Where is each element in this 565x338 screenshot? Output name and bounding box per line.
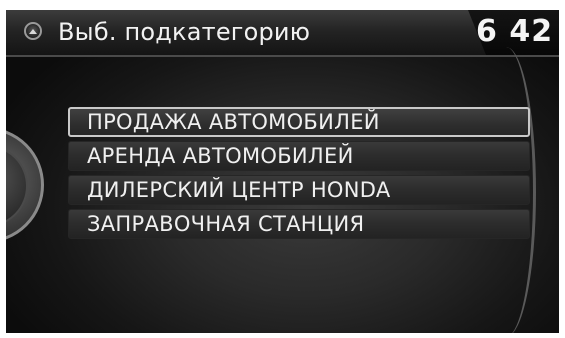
list-item-label: ДИЛЕРСКИЙ ЦЕНТР HONDA	[87, 178, 391, 202]
clock: 6 42	[476, 14, 554, 49]
header-bar: Выб. подкатегорию 6 42	[6, 10, 559, 57]
navigation-screen: Выб. подкатегорию 6 42 ПРОДАЖА АВТОМОБИЛ…	[6, 10, 559, 333]
navigation-menu-icon[interactable]	[24, 22, 42, 40]
list-item-honda-dealer[interactable]: ДИЛЕРСКИЙ ЦЕНТР HONDA	[68, 175, 530, 205]
list-item-car-rental[interactable]: АРЕНДА АВТОМОБИЛЕЙ	[68, 141, 530, 171]
subcategory-panel: ПРОДАЖА АВТОМОБИЛЕЙ АРЕНДА АВТОМОБИЛЕЙ Д…	[6, 47, 559, 333]
list-item-gas-station[interactable]: ЗАПРАВОЧНАЯ СТАНЦИЯ	[68, 209, 530, 239]
list-item-label: ЗАПРАВОЧНАЯ СТАНЦИЯ	[87, 212, 365, 236]
list-item-car-sales[interactable]: ПРОДАЖА АВТОМОБИЛЕЙ	[68, 107, 530, 137]
list-item-label: ПРОДАЖА АВТОМОБИЛЕЙ	[87, 110, 380, 134]
page-title: Выб. подкатегорию	[58, 18, 311, 46]
list-item-label: АРЕНДА АВТОМОБИЛЕЙ	[87, 144, 354, 168]
subcategory-list: ПРОДАЖА АВТОМОБИЛЕЙ АРЕНДА АВТОМОБИЛЕЙ Д…	[68, 107, 530, 243]
